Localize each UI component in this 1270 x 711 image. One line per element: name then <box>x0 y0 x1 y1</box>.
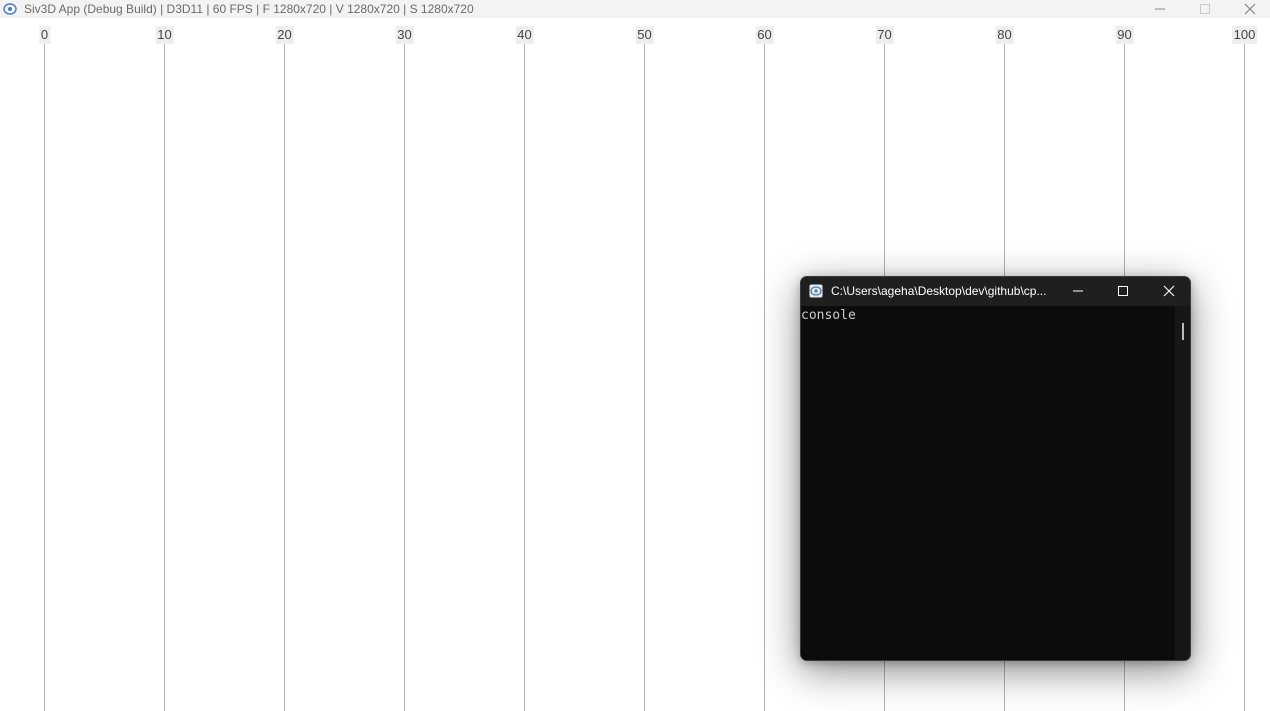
close-button[interactable] <box>1230 0 1270 18</box>
grid-line <box>764 44 765 711</box>
minimize-icon <box>1155 8 1165 10</box>
tick-label: 90 <box>1115 26 1134 44</box>
tick-label: 70 <box>875 26 894 44</box>
grid-line <box>44 44 45 711</box>
console-scrollbar[interactable] <box>1175 306 1190 660</box>
minimize-button[interactable] <box>1140 0 1180 18</box>
app-titlebar[interactable]: Siv3D App (Debug Build) | D3D11 | 60 FPS… <box>0 0 1270 18</box>
grid-line <box>164 44 165 711</box>
tick-label: 60 <box>755 26 774 44</box>
maximize-icon <box>1118 286 1128 296</box>
console-titlebar[interactable]: C:\Users\ageha\Desktop\dev\github\cp... <box>801 277 1190 306</box>
tick-label: 10 <box>155 26 174 44</box>
grid-line <box>644 44 645 711</box>
tick-label: 40 <box>515 26 534 44</box>
console-scroll-thumb[interactable] <box>1182 323 1184 340</box>
tick-label: 20 <box>275 26 294 44</box>
close-icon <box>1163 285 1175 297</box>
console-maximize-button[interactable] <box>1101 277 1145 306</box>
tick-label: 50 <box>635 26 654 44</box>
tick-label: 100 <box>1231 26 1258 44</box>
tick-label: 0 <box>38 26 51 44</box>
minimize-icon <box>1073 290 1083 292</box>
maximize-button[interactable] <box>1185 0 1225 18</box>
tick-label: 80 <box>995 26 1014 44</box>
console-minimize-button[interactable] <box>1056 277 1100 306</box>
console-app-icon <box>809 284 823 298</box>
siv3d-app-icon <box>3 2 17 16</box>
console-text: console <box>801 308 856 323</box>
console-title: C:\Users\ageha\Desktop\dev\github\cp... <box>831 284 1047 298</box>
console-output[interactable]: console <box>801 306 1175 660</box>
grid-line <box>404 44 405 711</box>
close-icon <box>1244 3 1256 15</box>
console-window[interactable]: C:\Users\ageha\Desktop\dev\github\cp... … <box>800 276 1191 661</box>
grid-line <box>1244 44 1245 711</box>
grid-line <box>524 44 525 711</box>
maximize-icon <box>1200 4 1210 14</box>
grid-line <box>284 44 285 711</box>
tick-label: 30 <box>395 26 414 44</box>
console-close-button[interactable] <box>1147 277 1190 306</box>
app-title: Siv3D App (Debug Build) | D3D11 | 60 FPS… <box>24 2 474 16</box>
